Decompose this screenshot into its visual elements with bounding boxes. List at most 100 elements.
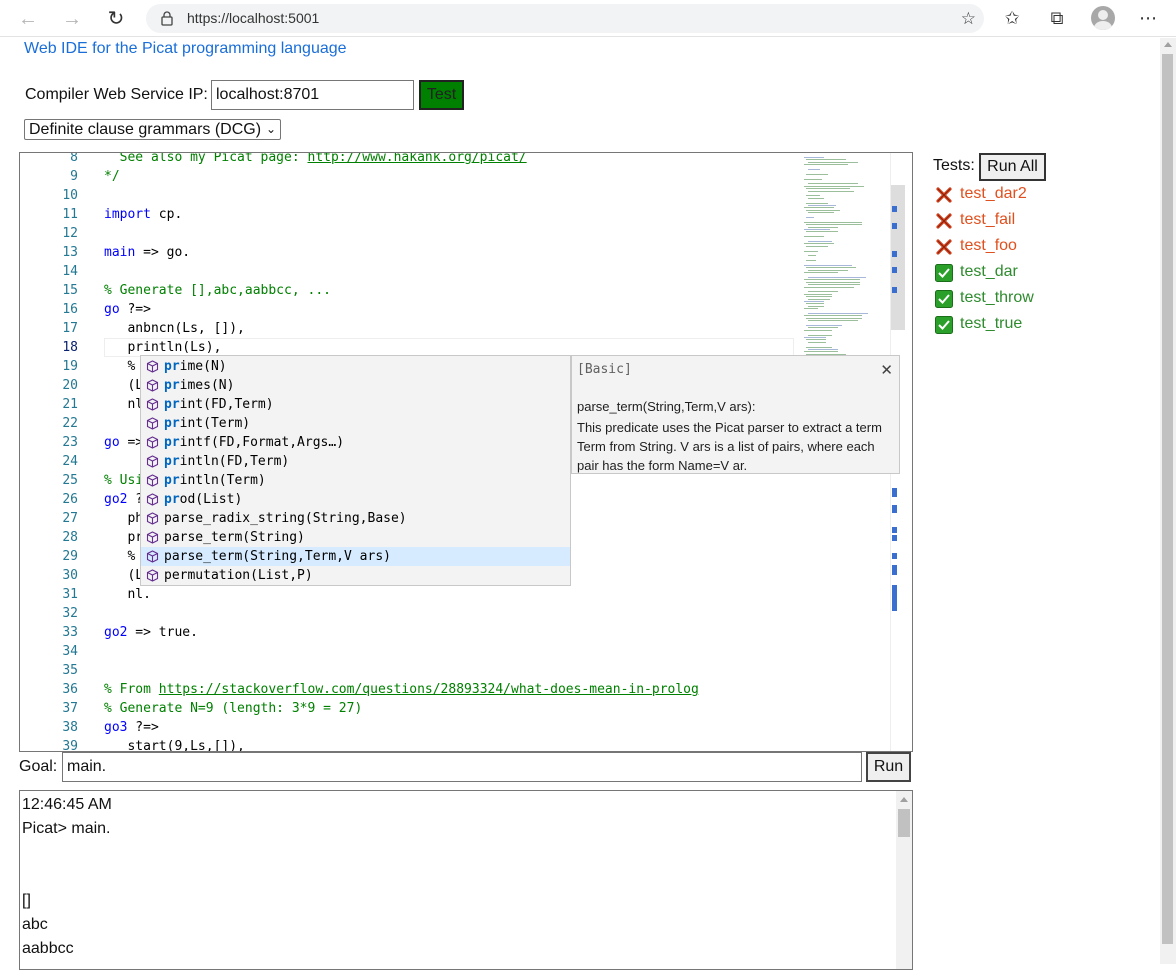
suggest-item[interactable]: parse_term(String) xyxy=(141,528,570,547)
code-text: % From https://stackoverflow.com/questio… xyxy=(104,680,699,699)
test-name[interactable]: test_throw xyxy=(960,288,1034,308)
suggest-item[interactable]: printf(FD,Format,Args…) xyxy=(141,433,570,452)
code-line[interactable]: 9 */ xyxy=(20,167,890,186)
chevron-down-icon: ⌄ xyxy=(265,122,276,136)
code-line[interactable]: 31 nl. xyxy=(20,585,890,604)
line-number: 21 xyxy=(62,397,78,412)
code-line[interactable]: 36 % From https://stackoverflow.com/quest… xyxy=(20,680,890,699)
output-console[interactable]: 12:46:45 AM Picat> main. [] abc aabbcc xyxy=(19,790,913,970)
code-line[interactable]: 13 main => go. xyxy=(20,243,890,262)
code-line[interactable]: 39 start(9,Ls,[]), xyxy=(20,737,890,751)
code-line[interactable]: 33 go2 => true. xyxy=(20,623,890,642)
code-link[interactable]: https://stackoverflow.com/questions/2889… xyxy=(159,682,699,697)
minimap-line xyxy=(806,159,846,161)
test-name[interactable]: test_true xyxy=(960,314,1022,334)
ip-input[interactable]: localhost:8701 xyxy=(211,80,414,110)
page-title: Web IDE for the Picat programming langua… xyxy=(24,40,347,57)
output-scroll-thumb[interactable] xyxy=(898,809,910,837)
suggest-item-text: ime(N) xyxy=(179,359,227,374)
code-line[interactable]: 38 go3 ?=> xyxy=(20,718,890,737)
suggest-item[interactable]: print(Term) xyxy=(141,414,570,433)
test-name[interactable]: test_dar2 xyxy=(960,184,1027,204)
code-line[interactable]: 34 xyxy=(20,642,890,661)
minimap-line xyxy=(806,217,814,218)
goal-input[interactable]: main. xyxy=(62,752,862,782)
test-name[interactable]: test_dar xyxy=(960,262,1018,282)
suggest-item[interactable]: println(Term) xyxy=(141,471,570,490)
code-line[interactable]: 8 See also my Picat page: http://www.hak… xyxy=(20,153,890,167)
code-line[interactable]: 14 xyxy=(20,262,890,281)
code-text: main => go. xyxy=(104,243,190,262)
example-select-value: Definite clause grammars (DCG) xyxy=(29,121,262,138)
forward-icon[interactable]: → xyxy=(59,6,85,32)
run-button[interactable]: Run xyxy=(866,752,911,782)
code-token: go2 xyxy=(104,492,128,507)
suggest-item[interactable]: primes(N) xyxy=(141,376,570,395)
refresh-icon[interactable]: ↻ xyxy=(103,6,129,32)
code-link[interactable]: http://www.hakank.org/picat/ xyxy=(308,153,527,165)
code-line[interactable]: 11 import cp. xyxy=(20,205,890,224)
test-name[interactable]: test_fail xyxy=(960,210,1015,230)
code-line[interactable]: 16 go ?=> xyxy=(20,300,890,319)
output-scrollbar[interactable] xyxy=(896,791,912,969)
code-line[interactable]: 12 xyxy=(20,224,890,243)
example-select[interactable]: Definite clause grammars (DCG) ⌄ xyxy=(24,119,281,140)
minimap-line xyxy=(804,329,832,331)
suggest-item[interactable]: prod(List) xyxy=(141,490,570,509)
match-highlight: pr xyxy=(164,492,180,507)
test-button[interactable]: Test xyxy=(419,80,464,110)
minimap-line xyxy=(804,178,822,180)
code-token: => true. xyxy=(127,625,198,640)
add-favorite-icon[interactable]: ☆ xyxy=(961,9,976,29)
scroll-up-icon[interactable] xyxy=(1164,42,1172,47)
line-number: 10 xyxy=(62,188,78,203)
run-all-button[interactable]: Run All xyxy=(979,153,1046,181)
favorites-icon[interactable]: ✩ xyxy=(999,5,1025,31)
page-scrollbar[interactable] xyxy=(1160,38,1176,964)
page-scroll-thumb[interactable] xyxy=(1162,54,1173,944)
more-icon[interactable]: ⋯ xyxy=(1135,5,1161,31)
minimap-line xyxy=(804,157,824,158)
code-token: ?=> xyxy=(119,302,151,317)
lock-icon[interactable] xyxy=(160,10,174,26)
overview-marker xyxy=(892,267,897,273)
minimap-line xyxy=(806,296,832,298)
minimap-line xyxy=(806,260,816,262)
collections-icon[interactable]: ⧉ xyxy=(1044,5,1070,31)
line-number: 20 xyxy=(62,378,78,393)
suggest-item[interactable]: permutation(List,P) xyxy=(141,566,570,585)
scroll-up-icon[interactable] xyxy=(900,797,908,802)
url-text[interactable]: https://localhost:5001 xyxy=(187,10,319,26)
suggest-item[interactable]: println(FD,Term) xyxy=(141,452,570,471)
suggest-item[interactable]: parse_radix_string(String,Base) xyxy=(141,509,570,528)
test-name[interactable]: test_foo xyxy=(960,236,1017,256)
code-token: ph xyxy=(104,511,144,526)
code-token: go2 xyxy=(104,625,128,640)
code-line[interactable]: 32 xyxy=(20,604,890,623)
profile-icon[interactable] xyxy=(1091,6,1115,30)
line-number: 35 xyxy=(62,663,78,678)
code-token: % Generate [],abc,aabbcc, ... xyxy=(104,283,331,298)
suggest-item-text: intln(FD,Term) xyxy=(179,454,290,469)
address-bar[interactable]: https://localhost:5001 ☆ xyxy=(146,4,984,33)
suggest-item[interactable]: print(FD,Term) xyxy=(141,395,570,414)
suggest-item-label: prime(N) xyxy=(164,357,227,376)
output-line: aabbcc xyxy=(22,940,74,957)
code-line[interactable]: 35 xyxy=(20,661,890,680)
suggest-item[interactable]: prime(N) xyxy=(141,357,570,376)
code-line[interactable]: 37 % Generate N=9 (length: 3*9 = 27) xyxy=(20,699,890,718)
suggest-item-text: int(Term) xyxy=(179,416,251,431)
method-icon xyxy=(146,417,159,430)
back-icon[interactable]: ← xyxy=(15,6,41,32)
minimap-line xyxy=(806,325,842,326)
minimap-line xyxy=(804,286,854,288)
suggest-item[interactable]: parse_term(String,Term,V ars) xyxy=(141,547,570,566)
output-line: 12:46:45 AM xyxy=(22,796,112,813)
minimap[interactable] xyxy=(798,153,890,363)
code-text: import cp. xyxy=(104,205,182,224)
code-line[interactable]: 10 xyxy=(20,186,890,205)
code-line[interactable]: 17 anbncn(Ls, []), xyxy=(20,319,890,338)
code-line[interactable]: 15 % Generate [],abc,aabbcc, ... xyxy=(20,281,890,300)
close-icon[interactable]: ✕ xyxy=(880,361,893,379)
minimap-line xyxy=(808,197,824,199)
